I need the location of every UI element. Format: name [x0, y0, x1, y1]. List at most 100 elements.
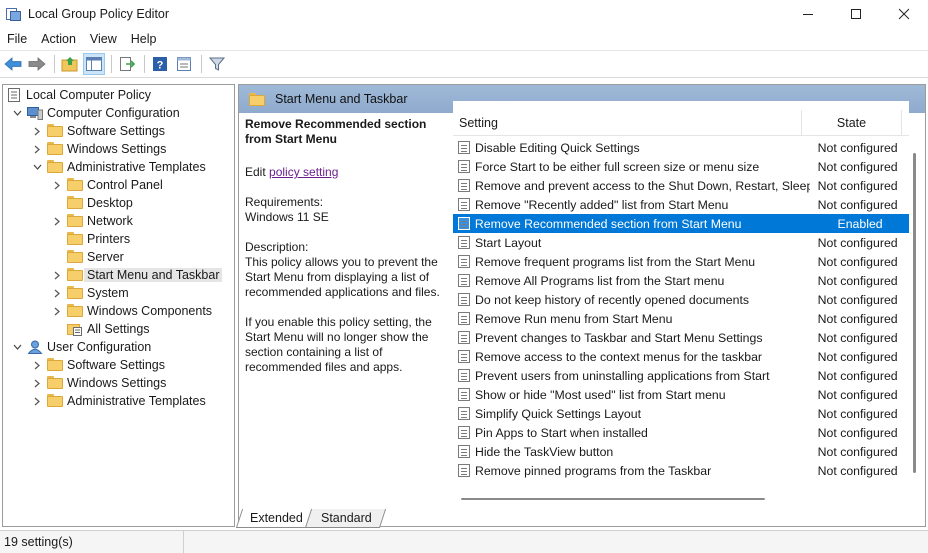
menu-help[interactable]: Help: [124, 28, 164, 50]
requirements-value: Windows 11 SE: [245, 210, 329, 224]
setting-name: Remove "Recently added" list from Start …: [474, 197, 729, 212]
help-icon: ?: [153, 57, 167, 72]
policy-setting-icon: [458, 445, 470, 458]
help-button[interactable]: ?: [149, 53, 171, 75]
setting-row[interactable]: Force Start to be either full screen siz…: [453, 157, 909, 176]
tree-node[interactable]: Printers: [51, 230, 130, 248]
setting-row[interactable]: Do not keep history of recently opened d…: [453, 290, 909, 309]
setting-row[interactable]: Remove access to the context menus for t…: [453, 347, 909, 366]
status-text: 19 setting(s): [4, 530, 184, 553]
column-header-state[interactable]: State: [802, 110, 902, 135]
properties-button[interactable]: [173, 53, 195, 75]
all-settings-icon: [67, 322, 83, 336]
setting-row[interactable]: Remove Run menu from Start Menu Not confi…: [453, 309, 909, 328]
tree-node[interactable]: System: [51, 284, 129, 302]
setting-name: Pin Apps to Start when installed: [474, 425, 648, 440]
chevron-down-icon[interactable]: [31, 158, 43, 176]
tab-extended[interactable]: Extended: [235, 509, 315, 528]
maximize-button[interactable]: [832, 0, 880, 28]
tree-node[interactable]: Windows Components: [51, 302, 212, 320]
chevron-right-icon[interactable]: [51, 284, 63, 302]
user-icon: [27, 340, 43, 354]
chevron-down-icon[interactable]: [11, 338, 23, 356]
tree-node[interactable]: Software Settings: [31, 122, 165, 140]
tree-node[interactable]: Windows Settings: [31, 374, 166, 392]
column-header-setting[interactable]: Setting: [453, 110, 802, 135]
setting-row[interactable]: Simplify Quick Settings Layout Not config…: [453, 404, 909, 423]
policy-setting-icon: [458, 426, 470, 439]
tree-node[interactable]: Network: [51, 212, 133, 230]
folder-icon: [67, 232, 83, 246]
tree-node[interactable]: Administrative Templates: [31, 392, 206, 410]
folder-icon: [67, 304, 83, 318]
setting-row[interactable]: Start Layout Not configured: [453, 233, 909, 252]
tree-node[interactable]: Windows Settings: [31, 140, 166, 158]
tab-standard[interactable]: Standard: [304, 509, 386, 528]
setting-row[interactable]: Show or hide "Most used" list from Start…: [453, 385, 909, 404]
chevron-right-icon[interactable]: [31, 140, 43, 158]
tree-node[interactable]: Server: [51, 248, 124, 266]
close-button[interactable]: [880, 0, 928, 28]
tree-node-label: Local Computer Policy: [26, 88, 152, 102]
show-hide-console-tree-button[interactable]: [83, 53, 105, 75]
tree-node-label: Network: [87, 214, 133, 228]
tree-node[interactable]: User Configuration: [11, 338, 151, 356]
up-one-level-button[interactable]: [59, 53, 81, 75]
folder-icon: [67, 178, 83, 192]
setting-row[interactable]: Remove Recommended section from Start Me…: [453, 214, 909, 233]
settings-list: Setting State Disable Editing Quick Sett…: [453, 101, 909, 491]
chevron-right-icon[interactable]: [51, 266, 63, 284]
setting-row[interactable]: Hide the TaskView button Not configured: [453, 442, 909, 461]
chevron-down-icon[interactable]: [11, 104, 23, 122]
toolbar-separator: [54, 55, 55, 73]
minimize-button[interactable]: [784, 0, 832, 28]
folder-icon: [249, 92, 265, 106]
edit-policy-setting-link[interactable]: policy setting: [269, 165, 338, 179]
forward-button[interactable]: [26, 53, 48, 75]
chevron-right-icon[interactable]: [51, 176, 63, 194]
setting-row[interactable]: Prevent users from uninstalling applicat…: [453, 366, 909, 385]
setting-row[interactable]: Pin Apps to Start when installed Not conf…: [453, 423, 909, 442]
forward-arrow-icon: [28, 57, 46, 71]
export-list-button[interactable]: [116, 53, 138, 75]
setting-row[interactable]: Remove All Programs list from the Start …: [453, 271, 909, 290]
setting-row[interactable]: Remove pinned programs from the Taskbar N…: [453, 461, 909, 480]
chevron-right-icon[interactable]: [31, 122, 43, 140]
description-paragraph-2: If you enable this policy setting, the S…: [245, 315, 432, 374]
tree-node[interactable]: Software Settings: [31, 356, 165, 374]
setting-state: Not configured: [817, 178, 898, 193]
setting-row[interactable]: Disable Editing Quick Settings Not config…: [453, 138, 909, 157]
tree-node[interactable]: Control Panel: [51, 176, 163, 194]
setting-state: Not configured: [817, 330, 898, 345]
tree-node[interactable]: All Settings: [51, 320, 150, 338]
vertical-scrollbar[interactable]: [913, 153, 916, 473]
setting-row[interactable]: Remove frequent programs list from the S…: [453, 252, 909, 271]
menu-action[interactable]: Action: [34, 28, 83, 50]
back-button[interactable]: [2, 53, 24, 75]
setting-name: Do not keep history of recently opened d…: [474, 292, 750, 307]
tree-node[interactable]: Local Computer Policy: [6, 86, 151, 104]
chevron-right-icon[interactable]: [51, 212, 63, 230]
tree-node-label: Desktop: [87, 196, 133, 210]
menu-file[interactable]: File: [0, 28, 34, 50]
setting-row[interactable]: Remove and prevent access to the Shut Do…: [453, 176, 909, 195]
chevron-right-icon[interactable]: [31, 392, 43, 410]
filter-button[interactable]: [206, 53, 228, 75]
chevron-right-icon[interactable]: [31, 374, 43, 392]
tree-node[interactable]: Administrative Templates: [31, 158, 206, 176]
tree-node[interactable]: Computer Configuration: [11, 104, 180, 122]
tab-extended-label: Extended: [250, 511, 303, 525]
chevron-right-icon[interactable]: [31, 356, 43, 374]
horizontal-scrollbar[interactable]: [461, 498, 765, 500]
setting-row[interactable]: Remove "Recently added" list from Start …: [453, 195, 909, 214]
setting-state: Not configured: [817, 273, 898, 288]
chevron-right-icon[interactable]: [51, 302, 63, 320]
console-tree: Local Computer Policy Computer Configurat…: [2, 84, 235, 527]
menu-view[interactable]: View: [83, 28, 124, 50]
tab-standard-label: Standard: [320, 511, 372, 525]
tree-node[interactable]: Start Menu and Taskbar: [51, 266, 223, 284]
tree-node[interactable]: Desktop: [51, 194, 133, 212]
setting-row[interactable]: Prevent changes to Taskbar and Start Men…: [453, 328, 909, 347]
folder-icon: [67, 196, 83, 210]
